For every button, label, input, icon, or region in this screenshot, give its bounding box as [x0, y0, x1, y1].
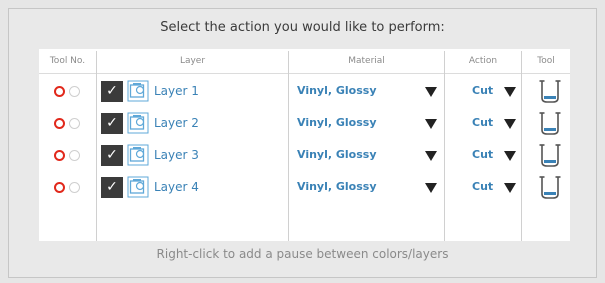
material-select[interactable]: Vinyl, Glossy — [297, 84, 377, 97]
header-material: Material — [348, 56, 385, 66]
material-dropdown-arrow-icon[interactable] — [425, 119, 437, 129]
tool-2-radio[interactable] — [69, 86, 80, 97]
layer-icon — [127, 144, 149, 166]
layer-name: Layer 4 — [154, 180, 199, 194]
layer-row: ✓ Layer 1 Vinyl, Glossy Cut — [39, 76, 570, 108]
layer-name: Layer 1 — [154, 84, 199, 98]
action-select[interactable]: Cut — [472, 148, 493, 161]
action-dropdown-arrow-icon[interactable] — [504, 87, 516, 97]
layer-table: Tool No. Layer Material Action Tool ✓ La… — [39, 49, 570, 241]
layer-name: Layer 3 — [154, 148, 199, 162]
dialog-title: Select the action you would like to perf… — [160, 20, 445, 35]
action-dropdown-arrow-icon[interactable] — [504, 183, 516, 193]
layer-icon — [127, 112, 149, 134]
action-dropdown-arrow-icon[interactable] — [504, 151, 516, 161]
header-divider — [39, 73, 570, 74]
material-select[interactable]: Vinyl, Glossy — [297, 116, 377, 129]
layer-row: ✓ Layer 2 Vinyl, Glossy Cut — [39, 108, 570, 140]
header-action: Action — [468, 56, 498, 66]
tool-1-radio[interactable] — [54, 118, 65, 129]
layer-checkbox[interactable]: ✓ — [101, 81, 123, 102]
material-dropdown-arrow-icon[interactable] — [425, 151, 437, 161]
blade-holder-icon[interactable] — [539, 79, 561, 105]
blade-holder-icon[interactable] — [539, 143, 561, 169]
material-dropdown-arrow-icon[interactable] — [425, 183, 437, 193]
layer-name: Layer 2 — [154, 116, 199, 130]
header-tool-no: Tool No. — [49, 56, 86, 66]
tool-2-radio[interactable] — [69, 118, 80, 129]
tool-1-radio[interactable] — [54, 182, 65, 193]
tool-1-radio[interactable] — [54, 150, 65, 161]
material-dropdown-arrow-icon[interactable] — [425, 87, 437, 97]
blade-holder-icon[interactable] — [539, 111, 561, 137]
action-select[interactable]: Cut — [472, 84, 493, 97]
tool-1-radio[interactable] — [54, 86, 65, 97]
layer-icon — [127, 80, 149, 102]
action-select[interactable]: Cut — [472, 180, 493, 193]
layer-checkbox[interactable]: ✓ — [101, 177, 123, 198]
layer-checkbox[interactable]: ✓ — [101, 113, 123, 134]
action-dialog: Select the action you would like to perf… — [8, 8, 597, 278]
hint-text: Right-click to add a pause between color… — [156, 247, 449, 261]
tool-2-radio[interactable] — [69, 150, 80, 161]
layer-row: ✓ Layer 4 Vinyl, Glossy Cut — [39, 172, 570, 204]
blade-holder-icon[interactable] — [539, 175, 561, 201]
layer-icon — [127, 176, 149, 198]
action-dropdown-arrow-icon[interactable] — [504, 119, 516, 129]
layer-checkbox[interactable]: ✓ — [101, 145, 123, 166]
layer-row: ✓ Layer 3 Vinyl, Glossy Cut — [39, 140, 570, 172]
tool-2-radio[interactable] — [69, 182, 80, 193]
material-select[interactable]: Vinyl, Glossy — [297, 148, 377, 161]
action-select[interactable]: Cut — [472, 116, 493, 129]
material-select[interactable]: Vinyl, Glossy — [297, 180, 377, 193]
header-tool: Tool — [537, 56, 555, 66]
header-layer: Layer — [179, 56, 206, 66]
